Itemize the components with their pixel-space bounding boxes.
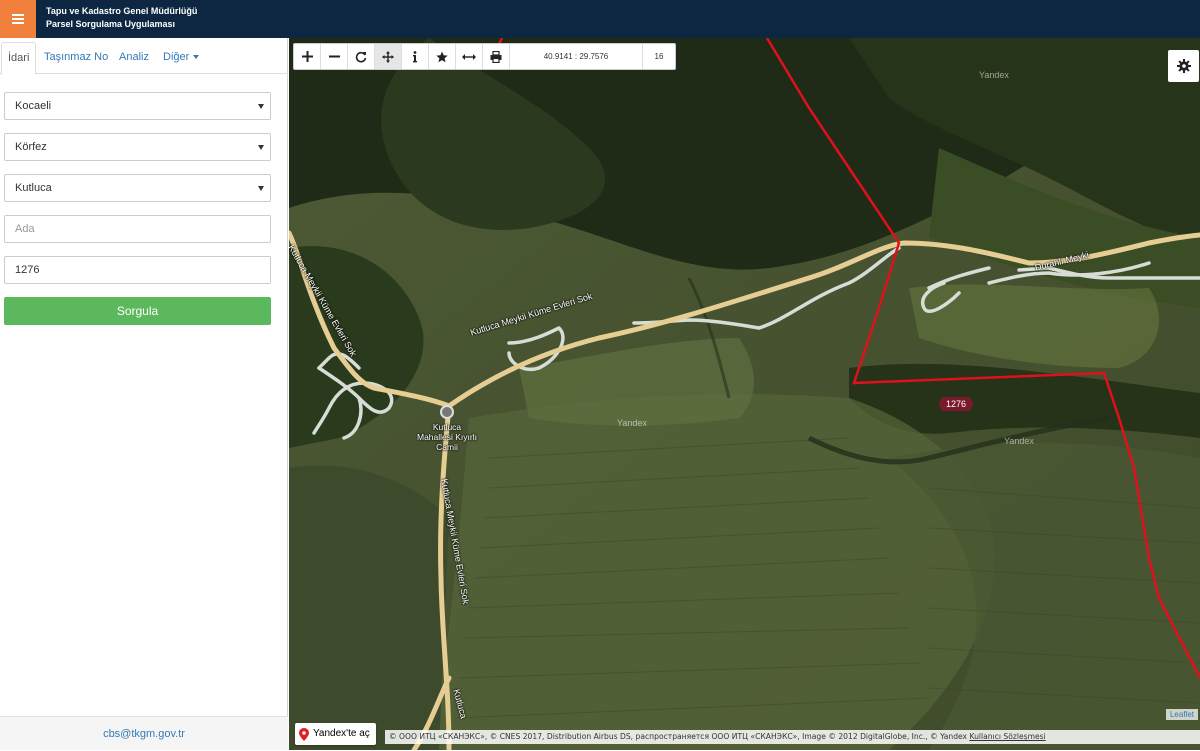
map-pin-icon (299, 727, 309, 741)
chevron-down-icon (258, 186, 264, 191)
gear-icon (1176, 59, 1191, 73)
tab-diger[interactable]: Diğer (157, 42, 205, 74)
open-in-yandex-label: Yandex'te aç (313, 728, 370, 739)
tab-diger-label: Diğer (163, 51, 190, 63)
zoom-level-display: 16 (654, 52, 664, 61)
attribution-text: © ООО ИТЦ «СКАНЭКС», © CNES 2017, Distri… (389, 732, 968, 741)
star-icon (436, 51, 448, 62)
chevron-down-icon (258, 145, 264, 150)
minus-icon (328, 55, 340, 58)
ilce-select-value: Körfez (15, 141, 47, 153)
tab-analiz[interactable]: Analiz (113, 42, 155, 74)
refresh-icon (355, 51, 367, 62)
pan-button[interactable] (375, 44, 402, 69)
zoom-out-button[interactable] (321, 44, 348, 69)
yandex-watermark: Yandex (617, 418, 647, 428)
print-button[interactable] (483, 44, 510, 69)
poi-label: Kutluca Mahallesi Kıyırlı Camii (417, 422, 477, 452)
app-title: Tapu ve Kadastro Genel Müdürlüğü Parsel … (46, 5, 197, 31)
pan-icon (382, 50, 394, 63)
chevron-down-icon (258, 104, 264, 109)
mosque-icon[interactable] (440, 405, 454, 419)
measure-icon (462, 53, 476, 60)
tab-idari[interactable]: İdari (1, 42, 37, 75)
info-icon (413, 50, 417, 62)
mahalle-select[interactable]: Kutluca (4, 174, 271, 202)
ada-input[interactable] (4, 215, 271, 243)
app-header: Tapu ve Kadastro Genel Müdürlüğü Parsel … (0, 0, 1200, 38)
coordinate-display: 40.9141 : 29.7576 (510, 44, 643, 69)
zoom-in-button[interactable] (294, 44, 321, 69)
app-title-line1: Tapu ve Kadastro Genel Müdürlüğü (46, 6, 198, 16)
satellite-map-background (289, 38, 1200, 750)
ilce-select[interactable]: Körfez (4, 133, 271, 161)
measure-button[interactable] (456, 44, 483, 69)
menu-button[interactable] (0, 0, 36, 38)
map-toolbar: 40.9141 : 29.7576 16 (293, 43, 676, 70)
open-in-yandex-button[interactable]: Yandex'te aç (295, 723, 376, 745)
sidebar: İdari Taşınmaz No Analiz Diğer Kocaeli K… (0, 38, 288, 750)
info-button[interactable] (402, 44, 429, 69)
tab-tasinmaz-no[interactable]: Taşınmaz No (38, 42, 114, 74)
parcel-number-label[interactable]: 1276 (939, 397, 973, 411)
tab-bar: İdari Taşınmaz No Analiz Diğer (0, 38, 288, 75)
plus-icon (301, 51, 313, 62)
mahalle-select-value: Kutluca (15, 182, 52, 194)
parsel-input[interactable] (4, 256, 271, 284)
map-view[interactable]: Kutluca Meykii Küme Evleri Sok Duranlı M… (289, 38, 1200, 750)
leaflet-link[interactable]: Leaflet (1165, 709, 1198, 720)
user-agreement-link[interactable]: Kullanıcı Sözleşmesi (969, 732, 1045, 741)
print-icon (490, 50, 502, 63)
app-title-line2: Parsel Sorgulama Uygulaması (46, 19, 176, 29)
il-select[interactable]: Kocaeli (4, 92, 271, 120)
favorite-button[interactable] (429, 44, 456, 69)
settings-button[interactable] (1168, 50, 1199, 82)
map-attribution: © ООО ИТЦ «СКАНЭКС», © CNES 2017, Distri… (385, 730, 1200, 744)
sorgula-button[interactable]: Sorgula (4, 297, 271, 325)
hamburger-icon (12, 14, 24, 24)
yandex-watermark: Yandex (1004, 436, 1034, 446)
refresh-button[interactable] (348, 44, 375, 69)
footer-email-link[interactable]: cbs@tkgm.gov.tr (0, 716, 288, 750)
caret-down-icon (193, 55, 200, 60)
yandex-watermark: Yandex (979, 70, 1009, 80)
il-select-value: Kocaeli (15, 100, 52, 112)
